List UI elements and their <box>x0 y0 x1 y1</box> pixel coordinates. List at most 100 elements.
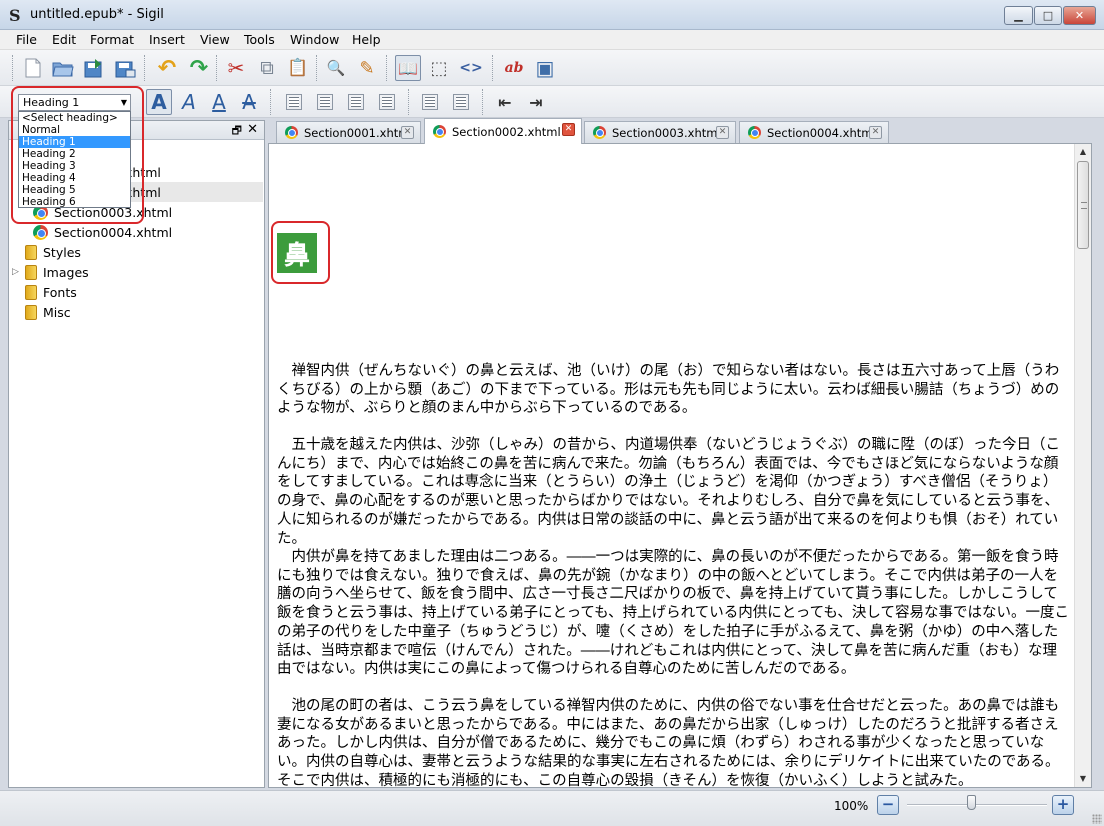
chapter-heading: 鼻 <box>277 233 317 273</box>
find-replace-icon[interactable]: ✎ <box>354 55 380 81</box>
justify-icon[interactable] <box>374 89 400 115</box>
menu-edit[interactable]: Edit <box>52 32 76 47</box>
tab-section0003[interactable]: Section0003.xhtml ✕ <box>584 121 736 143</box>
float-panel-icon[interactable]: 🗗 <box>232 122 242 140</box>
copy-icon[interactable]: ⧉ <box>254 55 280 81</box>
italic-icon[interactable]: A <box>176 89 202 115</box>
heading-option-selected[interactable]: Heading 1 <box>19 136 130 148</box>
toolbar-separator <box>386 55 388 81</box>
vertical-scrollbar[interactable]: ▲ ▼ <box>1074 144 1091 787</box>
menu-window[interactable]: Window <box>290 32 339 47</box>
toolbar-separator <box>216 55 218 81</box>
insert-image-icon[interactable]: ▣ <box>532 55 558 81</box>
main-toolbar: ↶ ↷ ✂ ⧉ 📋 🔍 ✎ 📖 ⬚ <> ab ▣ <box>0 50 1104 86</box>
menu-insert[interactable]: Insert <box>149 32 185 47</box>
book-view-icon[interactable]: 📖 <box>395 55 421 81</box>
numbered-list-icon[interactable] <box>448 89 474 115</box>
toolbar-separator <box>144 55 146 81</box>
sigil-app-icon: S <box>9 6 21 25</box>
menu-tools[interactable]: Tools <box>244 32 275 47</box>
scroll-down-icon[interactable]: ▼ <box>1075 771 1091 787</box>
decrease-indent-icon[interactable]: ⇤ <box>492 89 518 115</box>
bullet-list-icon[interactable] <box>417 89 443 115</box>
book-view-editor[interactable]: 鼻 禅智内供（ぜんちないぐ）の鼻と云えば、池（いけ）の尾（お）で知らない者はない… <box>268 143 1092 788</box>
menu-help[interactable]: Help <box>352 32 381 47</box>
zoom-slider-thumb[interactable] <box>967 795 976 810</box>
tree-folder-misc[interactable]: Misc <box>25 302 71 322</box>
increase-indent-icon[interactable]: ⇥ <box>523 89 549 115</box>
minimize-button[interactable]: ▁ <box>1004 6 1033 25</box>
maximize-button[interactable]: □ <box>1034 6 1062 25</box>
find-icon[interactable]: 🔍 <box>323 55 349 81</box>
paragraph: 池の尾の町の者は、こう云う鼻をしている禅智内供のために、内供の俗でない事を仕合せ… <box>277 698 1060 788</box>
code-view-icon[interactable]: <> <box>458 55 484 81</box>
folder-icon <box>25 244 37 260</box>
heading-option[interactable]: Heading 4 <box>19 172 130 184</box>
tab-label: Section0003.xhtml <box>612 125 721 140</box>
close-button[interactable]: ✕ <box>1063 6 1096 25</box>
zoom-in-button[interactable]: + <box>1052 795 1074 815</box>
heading-option[interactable]: Heading 5 <box>19 184 130 196</box>
close-panel-icon[interactable]: ✕ <box>247 121 258 139</box>
bold-icon[interactable]: A <box>146 89 172 115</box>
undo-icon[interactable]: ↶ <box>154 55 180 81</box>
status-bar: 100% − + <box>0 790 1104 826</box>
tab-section0002[interactable]: Section0002.xhtml ✕ <box>424 118 582 144</box>
zoom-out-button[interactable]: − <box>877 795 899 815</box>
folder-icon <box>25 284 37 300</box>
spellcheck-icon[interactable]: ab <box>501 55 527 81</box>
menu-file[interactable]: File <box>16 32 37 47</box>
menu-view[interactable]: View <box>200 32 230 47</box>
save-icon[interactable] <box>81 55 107 81</box>
resize-grip-icon[interactable] <box>1092 814 1102 824</box>
heading-style-combo[interactable]: Heading 1 ▼ <box>18 94 131 111</box>
zoom-slider-track[interactable] <box>907 804 1047 806</box>
align-center-icon[interactable] <box>312 89 338 115</box>
xhtml-file-icon <box>593 126 606 139</box>
strikethrough-icon[interactable]: A <box>236 89 262 115</box>
tab-label: Section0004.xhtml <box>767 125 876 140</box>
heading-option[interactable]: Heading 3 <box>19 160 130 172</box>
heading-option[interactable]: Normal <box>19 124 130 136</box>
scrollbar-thumb[interactable] <box>1077 161 1089 249</box>
tab-close-icon[interactable]: ✕ <box>401 126 414 139</box>
heading-combo-value: Heading 1 <box>23 96 80 109</box>
split-view-icon[interactable]: ⬚ <box>426 55 452 81</box>
toolbar-separator <box>12 89 14 115</box>
align-right-icon[interactable] <box>343 89 369 115</box>
new-file-icon[interactable] <box>20 55 46 81</box>
paste-icon[interactable]: 📋 <box>285 55 311 81</box>
scroll-up-icon[interactable]: ▲ <box>1075 144 1091 160</box>
expand-arrow-icon[interactable]: ▷ <box>12 267 19 277</box>
tree-item-section0004[interactable]: Section0004.xhtml <box>33 222 172 242</box>
align-left-icon[interactable] <box>281 89 307 115</box>
zoom-level: 100% <box>834 799 869 813</box>
xhtml-file-icon <box>433 125 446 138</box>
tab-section0001[interactable]: Section0001.xhtml ✕ <box>276 121 421 143</box>
heading-option[interactable]: <Select heading> <box>19 112 130 124</box>
tab-close-icon[interactable]: ✕ <box>562 123 575 136</box>
save-as-icon[interactable] <box>112 55 138 81</box>
title-bar: S untitled.epub* - Sigil ▁ □ ✕ <box>0 0 1104 30</box>
chevron-down-icon: ▼ <box>120 98 127 107</box>
open-folder-icon[interactable] <box>50 55 76 81</box>
tree-folder-fonts[interactable]: Fonts <box>25 282 77 302</box>
heading-dropdown-list: <Select heading> Normal Heading 1 Headin… <box>18 111 131 208</box>
tab-label: Section0002.xhtml <box>452 124 561 139</box>
toolbar-separator <box>492 55 494 81</box>
tree-item-file-selected[interactable]: xhtml <box>125 182 263 202</box>
toolbar-separator <box>270 89 272 115</box>
tree-folder-styles[interactable]: Styles <box>25 242 81 262</box>
menu-format[interactable]: Format <box>90 32 134 47</box>
heading-option[interactable]: Heading 6 <box>19 196 130 208</box>
heading-option[interactable]: Heading 2 <box>19 148 130 160</box>
redo-icon[interactable]: ↷ <box>186 55 212 81</box>
tab-section0004[interactable]: Section0004.xhtml ✕ <box>739 121 889 143</box>
cut-icon[interactable]: ✂ <box>223 55 249 81</box>
underline-icon[interactable]: A <box>206 89 232 115</box>
tree-folder-images[interactable]: Images <box>25 262 89 282</box>
tab-close-icon[interactable]: ✕ <box>869 126 882 139</box>
tree-item-label: Misc <box>43 304 71 320</box>
format-toolbar: A A A A ⇤ ⇥ <box>0 86 1104 118</box>
tab-close-icon[interactable]: ✕ <box>716 126 729 139</box>
